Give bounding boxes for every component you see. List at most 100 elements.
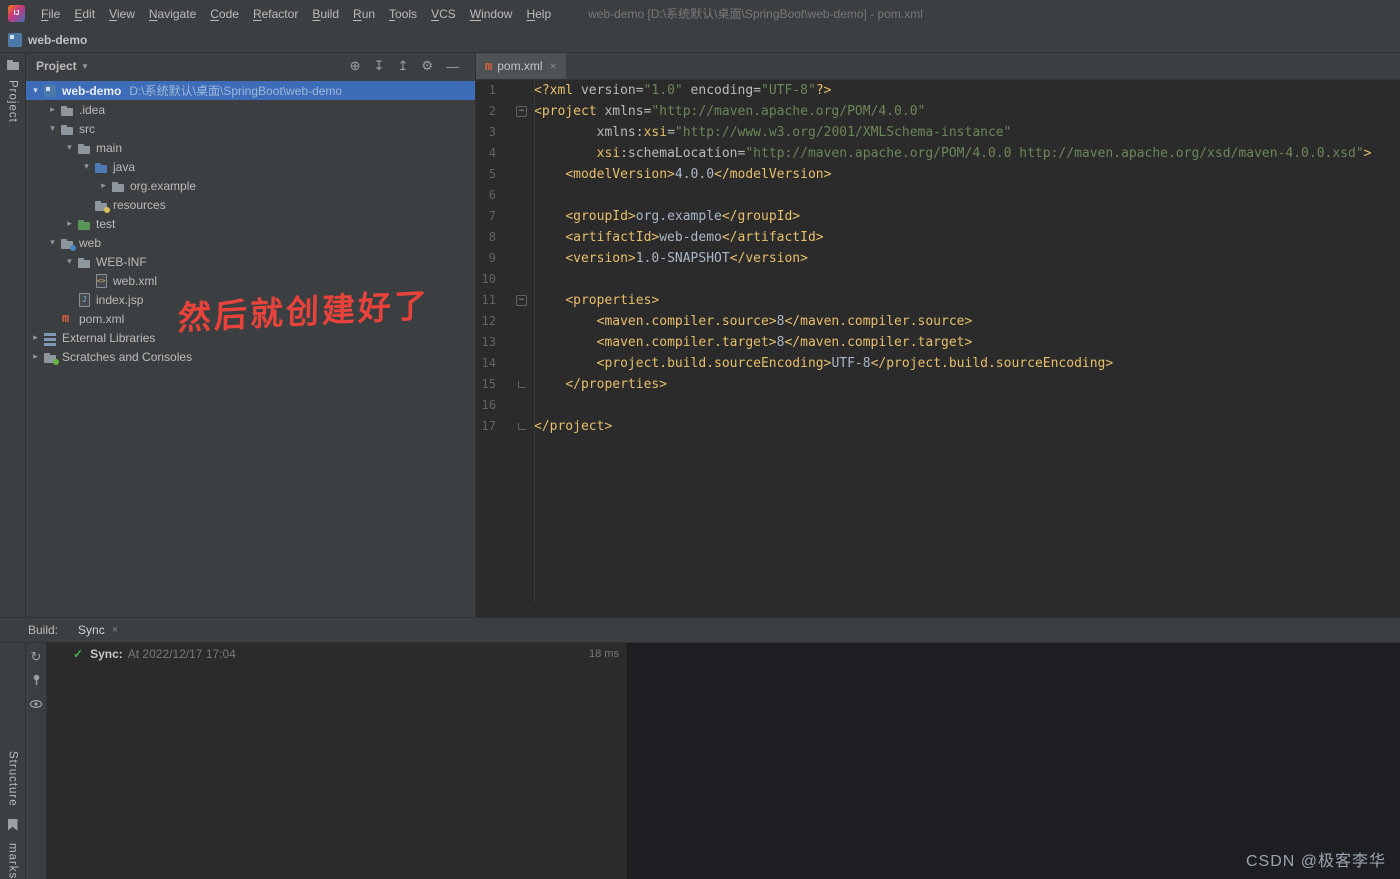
menu-item-edit[interactable]: Edit — [67, 7, 102, 21]
stripe-project-button[interactable]: Project — [7, 80, 19, 123]
fold-column — [496, 248, 534, 269]
chevron-right-icon[interactable]: ▸ — [29, 332, 42, 343]
chevron-down-icon[interactable]: ▾ — [63, 256, 76, 267]
code-text: </project> — [534, 419, 613, 434]
chevron-right-icon[interactable]: ▸ — [97, 180, 110, 191]
project-panel-title[interactable]: Project — [36, 59, 77, 73]
code-line: 8 <artifactId>web-demo</artifactId> — [476, 227, 1400, 248]
fold-end-icon[interactable] — [496, 374, 534, 395]
tab-pom-xml[interactable]: m pom.xml × — [476, 53, 566, 79]
chevron-down-icon[interactable]: ▾ — [46, 123, 59, 134]
maven-file-icon — [59, 311, 77, 327]
folder-icon — [76, 254, 94, 270]
menu-item-window[interactable]: Window — [463, 7, 520, 21]
tab-label: pom.xml — [497, 59, 543, 73]
tree-item-test[interactable]: ▸ test — [26, 214, 475, 233]
tree-item-org-example[interactable]: ▸ org.example — [26, 176, 475, 195]
code-line: 14 <project.build.sourceEncoding>UTF-8</… — [476, 353, 1400, 374]
chevron-down-icon[interactable]: ▾ — [29, 85, 42, 96]
menu-item-build[interactable]: Build — [305, 7, 346, 21]
code-lines: 1 <?xml version="1.0" encoding="UTF-8"?> 2… — [476, 80, 1400, 437]
line-number: 3 — [488, 125, 496, 139]
menu-item-run[interactable]: Run — [346, 7, 382, 21]
chevron-down-icon[interactable]: ▾ — [46, 237, 59, 248]
tab-sync[interactable]: Sync × — [78, 623, 118, 637]
hide-panel-icon[interactable]: — — [446, 59, 459, 74]
menu-item-tools[interactable]: Tools — [382, 7, 424, 21]
menu-item-help[interactable]: Help — [519, 7, 558, 21]
fold-column — [496, 185, 534, 206]
close-icon[interactable]: × — [550, 59, 557, 73]
build-panel-header: Build: Sync × — [0, 617, 1400, 643]
build-console — [628, 643, 1400, 879]
tree-item-java[interactable]: ▾ java — [26, 157, 475, 176]
chevron-right-icon[interactable]: ▸ — [29, 351, 42, 362]
code-area[interactable]: 1 <?xml version="1.0" encoding="UTF-8"?> 2… — [476, 80, 1400, 617]
folder-icon — [76, 140, 94, 156]
chevron-right-icon[interactable]: ▸ — [63, 218, 76, 229]
resources-folder-icon — [93, 197, 111, 213]
code-line: 9 <version>1.0-SNAPSHOT</version> — [476, 248, 1400, 269]
tree-item-web[interactable]: ▾ web — [26, 233, 475, 252]
test-folder-icon — [76, 216, 94, 232]
libraries-icon — [42, 330, 60, 346]
sync-result-row[interactable]: ✓ Sync: At 2022/12/17 17:04 18 ms — [47, 643, 627, 665]
menu-item-code[interactable]: Code — [203, 7, 246, 21]
menu-item-view[interactable]: View — [102, 7, 142, 21]
scratches-icon — [42, 349, 60, 365]
project-toolwindow-icon[interactable] — [5, 57, 21, 73]
tree-item-resources[interactable]: resources — [26, 195, 475, 214]
expand-all-icon[interactable]: ↧ — [374, 58, 385, 74]
tree-item-label: test — [96, 216, 116, 231]
tree-item-main[interactable]: ▾ main — [26, 138, 475, 157]
settings-gear-icon[interactable]: ⚙ — [421, 58, 433, 74]
build-toolbar: ↻ — [26, 643, 47, 879]
folder-icon — [59, 121, 77, 137]
code-text: <modelVersion>4.0.0</modelVersion> — [565, 167, 832, 182]
menu-item-vcs[interactable]: VCS — [424, 7, 463, 21]
refresh-icon[interactable]: ↻ — [31, 650, 42, 664]
fold-column — [496, 80, 534, 101]
fold-start-icon[interactable]: − — [496, 101, 534, 122]
chevron-right-icon[interactable]: ▸ — [46, 104, 59, 115]
code-line: 17 </project> — [476, 416, 1400, 437]
fold-end-icon[interactable] — [496, 416, 534, 437]
fold-column — [496, 395, 534, 416]
tree-item-label: src — [79, 121, 95, 136]
chevron-down-icon[interactable]: ▾ — [80, 161, 93, 172]
collapse-all-icon[interactable]: ↥ — [397, 58, 408, 74]
line-number: 15 — [481, 377, 496, 391]
code-line: 10 — [476, 269, 1400, 290]
menu-bar: IJ File Edit View Navigate Code Refactor Build… — [0, 0, 1400, 28]
fold-start-icon[interactable]: − — [496, 290, 534, 311]
chevron-down-icon[interactable]: ▾ — [83, 61, 88, 72]
fold-column — [496, 269, 534, 290]
chevron-down-icon[interactable]: ▾ — [63, 142, 76, 153]
tree-item-label: External Libraries — [62, 330, 156, 345]
fold-column — [496, 332, 534, 353]
tree-item-web-demo[interactable]: ▾ web-demo D:\系统默认\桌面\SpringBoot\web-demo — [26, 81, 475, 100]
fold-column — [496, 143, 534, 164]
pin-icon[interactable] — [30, 673, 43, 689]
build-output: ✓ Sync: At 2022/12/17 17:04 18 ms — [47, 643, 628, 879]
tree-item-scratches-and-consoles[interactable]: ▸ Scratches and Consoles — [26, 347, 475, 366]
window-title: web-demo [D:\系统默认\桌面\SpringBoot\web-demo… — [588, 7, 923, 21]
line-number: 12 — [481, 314, 496, 328]
editor-tab-bar: m pom.xml × — [476, 53, 1400, 80]
code-text: </properties> — [565, 377, 668, 392]
code-line: 16 — [476, 395, 1400, 416]
eye-icon[interactable] — [29, 698, 43, 713]
tree-item--idea[interactable]: ▸ .idea — [26, 100, 475, 119]
locate-icon[interactable]: ⊕ — [350, 58, 361, 74]
menu-item-refactor[interactable]: Refactor — [246, 7, 305, 21]
menu-item-file[interactable]: File — [34, 7, 67, 21]
close-icon[interactable]: × — [112, 624, 118, 636]
maven-icon: m — [485, 59, 493, 73]
code-line: 1 <?xml version="1.0" encoding="UTF-8"?> — [476, 80, 1400, 101]
project-panel-icons: ⊕ ↧ ↥ ⚙ — — [350, 58, 465, 74]
tree-item-src[interactable]: ▾ src — [26, 119, 475, 138]
menu-item-navigate[interactable]: Navigate — [142, 7, 203, 21]
project-widget[interactable]: web-demo — [8, 32, 87, 47]
code-text: <project xmlns="http://maven.apache.org/… — [534, 104, 926, 119]
tree-item-web-inf[interactable]: ▾ WEB-INF — [26, 252, 475, 271]
